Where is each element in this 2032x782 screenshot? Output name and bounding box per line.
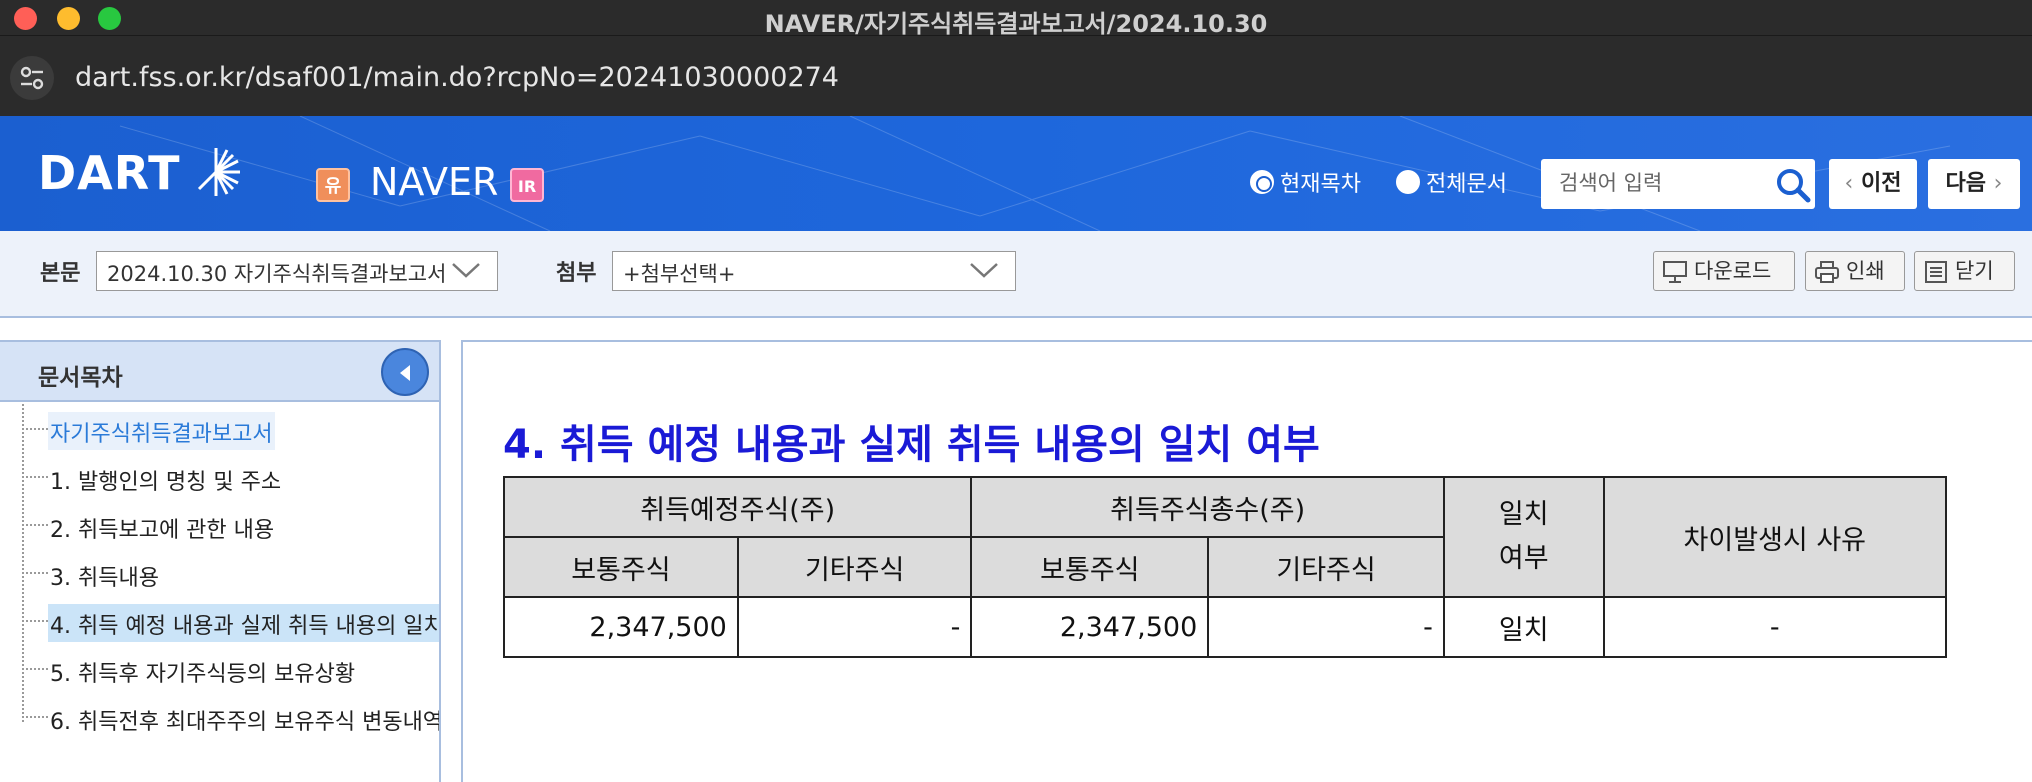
section-title: 4. 취득 예정 내용과 실제 취득 내용의 일치 여부: [503, 422, 1320, 468]
close-button[interactable]: 닫기: [1914, 251, 2015, 291]
radio-current-toc-circle[interactable]: [1250, 170, 1274, 194]
close-label: 닫기: [1955, 259, 1994, 283]
attachment-select-value: +첨부선택+: [623, 262, 736, 286]
toc-item-label: 1. 발행인의 명칭 및 주소: [50, 470, 282, 495]
toc-item-label: 자기주식취득결과보고서: [48, 412, 275, 450]
search-icon[interactable]: [1774, 166, 1812, 204]
document-close-icon: [1925, 261, 1947, 283]
radio-all-docs-label: 전체문서: [1426, 172, 1507, 197]
cell-total-other: -: [1207, 596, 1445, 658]
dart-logo[interactable]: DART: [38, 146, 181, 200]
toc-item-6[interactable]: 6. 취득전후 최대주주의 보유주식 변동내역: [22, 696, 439, 738]
attachment-select[interactable]: +첨부선택+: [612, 251, 1016, 291]
cell-reason: -: [1602, 596, 1948, 658]
toc-item-1[interactable]: 1. 발행인의 명칭 및 주소: [22, 456, 439, 498]
radio-current-toc-label: 현재목차: [1280, 172, 1361, 197]
printer-icon: [1815, 261, 1839, 283]
toc-title: 문서목차: [38, 365, 123, 391]
print-button[interactable]: 인쇄: [1805, 251, 1905, 291]
next-button[interactable]: 다음 ›: [1928, 159, 2020, 209]
main-doc-select[interactable]: 2024.10.30 자기주식취득결과보고서: [96, 251, 498, 291]
main-doc-select-value: 2024.10.30 자기주식취득결과보고서: [107, 262, 447, 286]
cell-total-common: 2,347,500: [970, 596, 1210, 658]
header-planned-shares: 취득예정주식(주): [502, 476, 973, 538]
market-badge: 유: [316, 168, 350, 202]
search-input[interactable]: [1559, 169, 1769, 197]
triangle-left-icon: [400, 365, 410, 381]
ir-badge[interactable]: IR: [510, 168, 544, 202]
chevron-left-icon: ‹: [1844, 171, 1854, 196]
acquisition-match-table: 취득예정주식(주) 취득주식총수(주) 일치 여부 차이발생시 사유 보통주식 기…: [502, 476, 1948, 658]
document-toolbar: 본문 2024.10.30 자기주식취득결과보고서 첨부 +첨부선택+ 다운로드…: [0, 231, 2032, 318]
main-doc-label: 본문: [40, 261, 81, 286]
toc-item-3[interactable]: 3. 취득내용: [22, 552, 439, 594]
chevron-right-icon: ›: [1993, 171, 2003, 196]
search-box: [1541, 159, 1815, 209]
cell-match: 일치: [1442, 596, 1605, 658]
attachment-label: 첨부: [556, 261, 597, 286]
header-match-text: 일치 여부: [1498, 499, 1549, 574]
radio-all-docs-circle[interactable]: [1396, 170, 1420, 194]
table-row: 2,347,500 - 2,347,500 - 일치 -: [503, 596, 1948, 658]
toc-item-label: 4. 취득 예정 내용과 실제 취득 내용의 일치 여부: [48, 604, 439, 642]
download-button[interactable]: 다운로드: [1653, 251, 1795, 291]
document-content: 4. 취득 예정 내용과 실제 취득 내용의 일치 여부 취득예정주식(주) 취…: [461, 340, 2032, 782]
company-name[interactable]: NAVER: [370, 160, 498, 204]
window-titlebar: NAVER/자기주식취득결과보고서/2024.10.30: [0, 0, 2032, 38]
subheader-common-total: 보통주식: [970, 536, 1210, 598]
subheader-other-total: 기타주식: [1207, 536, 1445, 598]
table-header-row: 취득예정주식(주) 취득주식총수(주) 일치 여부 차이발생시 사유: [502, 476, 1948, 598]
radio-all-docs[interactable]: 전체문서: [1396, 166, 1507, 198]
download-label: 다운로드: [1694, 259, 1772, 283]
cell-planned-common: 2,347,500: [503, 596, 739, 658]
radio-current-toc[interactable]: 현재목차: [1250, 166, 1361, 198]
window-title: NAVER/자기주식취득결과보고서/2024.10.30: [764, 10, 1268, 38]
url-text[interactable]: dart.fss.or.kr/dsaf001/main.do?rcpNo=202…: [75, 62, 839, 93]
prev-button[interactable]: ‹ 이전: [1829, 159, 1917, 209]
toc-header: 문서목차: [0, 342, 439, 402]
toc-item-2[interactable]: 2. 취득보고에 관한 내용: [22, 504, 439, 546]
monitor-download-icon: [1663, 261, 1687, 283]
next-label: 다음: [1945, 171, 1986, 196]
toc-item-label: 5. 취득후 자기주식등의 보유상황: [50, 662, 356, 687]
toc-item-4[interactable]: 4. 취득 예정 내용과 실제 취득 내용의 일치 여부: [22, 600, 439, 642]
site-settings-icon[interactable]: [10, 56, 54, 100]
print-label: 인쇄: [1846, 259, 1885, 283]
toc-item-label: 2. 취득보고에 관한 내용: [50, 518, 275, 543]
header-match: 일치 여부: [1442, 476, 1605, 598]
toc-item-label: 6. 취득전후 최대주주의 보유주식 변동내역: [50, 710, 439, 735]
chevron-down-icon: [452, 263, 480, 278]
toc-item-5[interactable]: 5. 취득후 자기주식등의 보유상황: [22, 648, 439, 690]
toc-item-label: 3. 취득내용: [50, 566, 159, 591]
prev-label: 이전: [1861, 171, 1902, 196]
dart-logo-burst-icon: [197, 148, 240, 196]
subheader-common-planned: 보통주식: [503, 536, 739, 598]
toc-item-root[interactable]: 자기주식취득결과보고서: [22, 408, 439, 450]
cell-planned-other: -: [736, 596, 973, 658]
subheader-other-planned: 기타주식: [736, 536, 973, 598]
chevron-down-icon: [970, 263, 998, 278]
collapse-sidebar-button[interactable]: [381, 348, 429, 396]
dart-header: DART 유 NAVER IR 현재목차 전체문서 ‹ 이전 다음 ›: [0, 116, 2032, 231]
header-reason: 차이발생시 사유: [1602, 476, 1948, 598]
toc-sidebar: 문서목차 자기주식취득결과보고서 1. 발행인의 명칭 및 주소 2. 취득보고…: [0, 340, 441, 782]
address-bar: dart.fss.or.kr/dsaf001/main.do?rcpNo=202…: [0, 36, 2032, 116]
header-total-acquired-shares: 취득주식총수(주): [970, 476, 1445, 538]
